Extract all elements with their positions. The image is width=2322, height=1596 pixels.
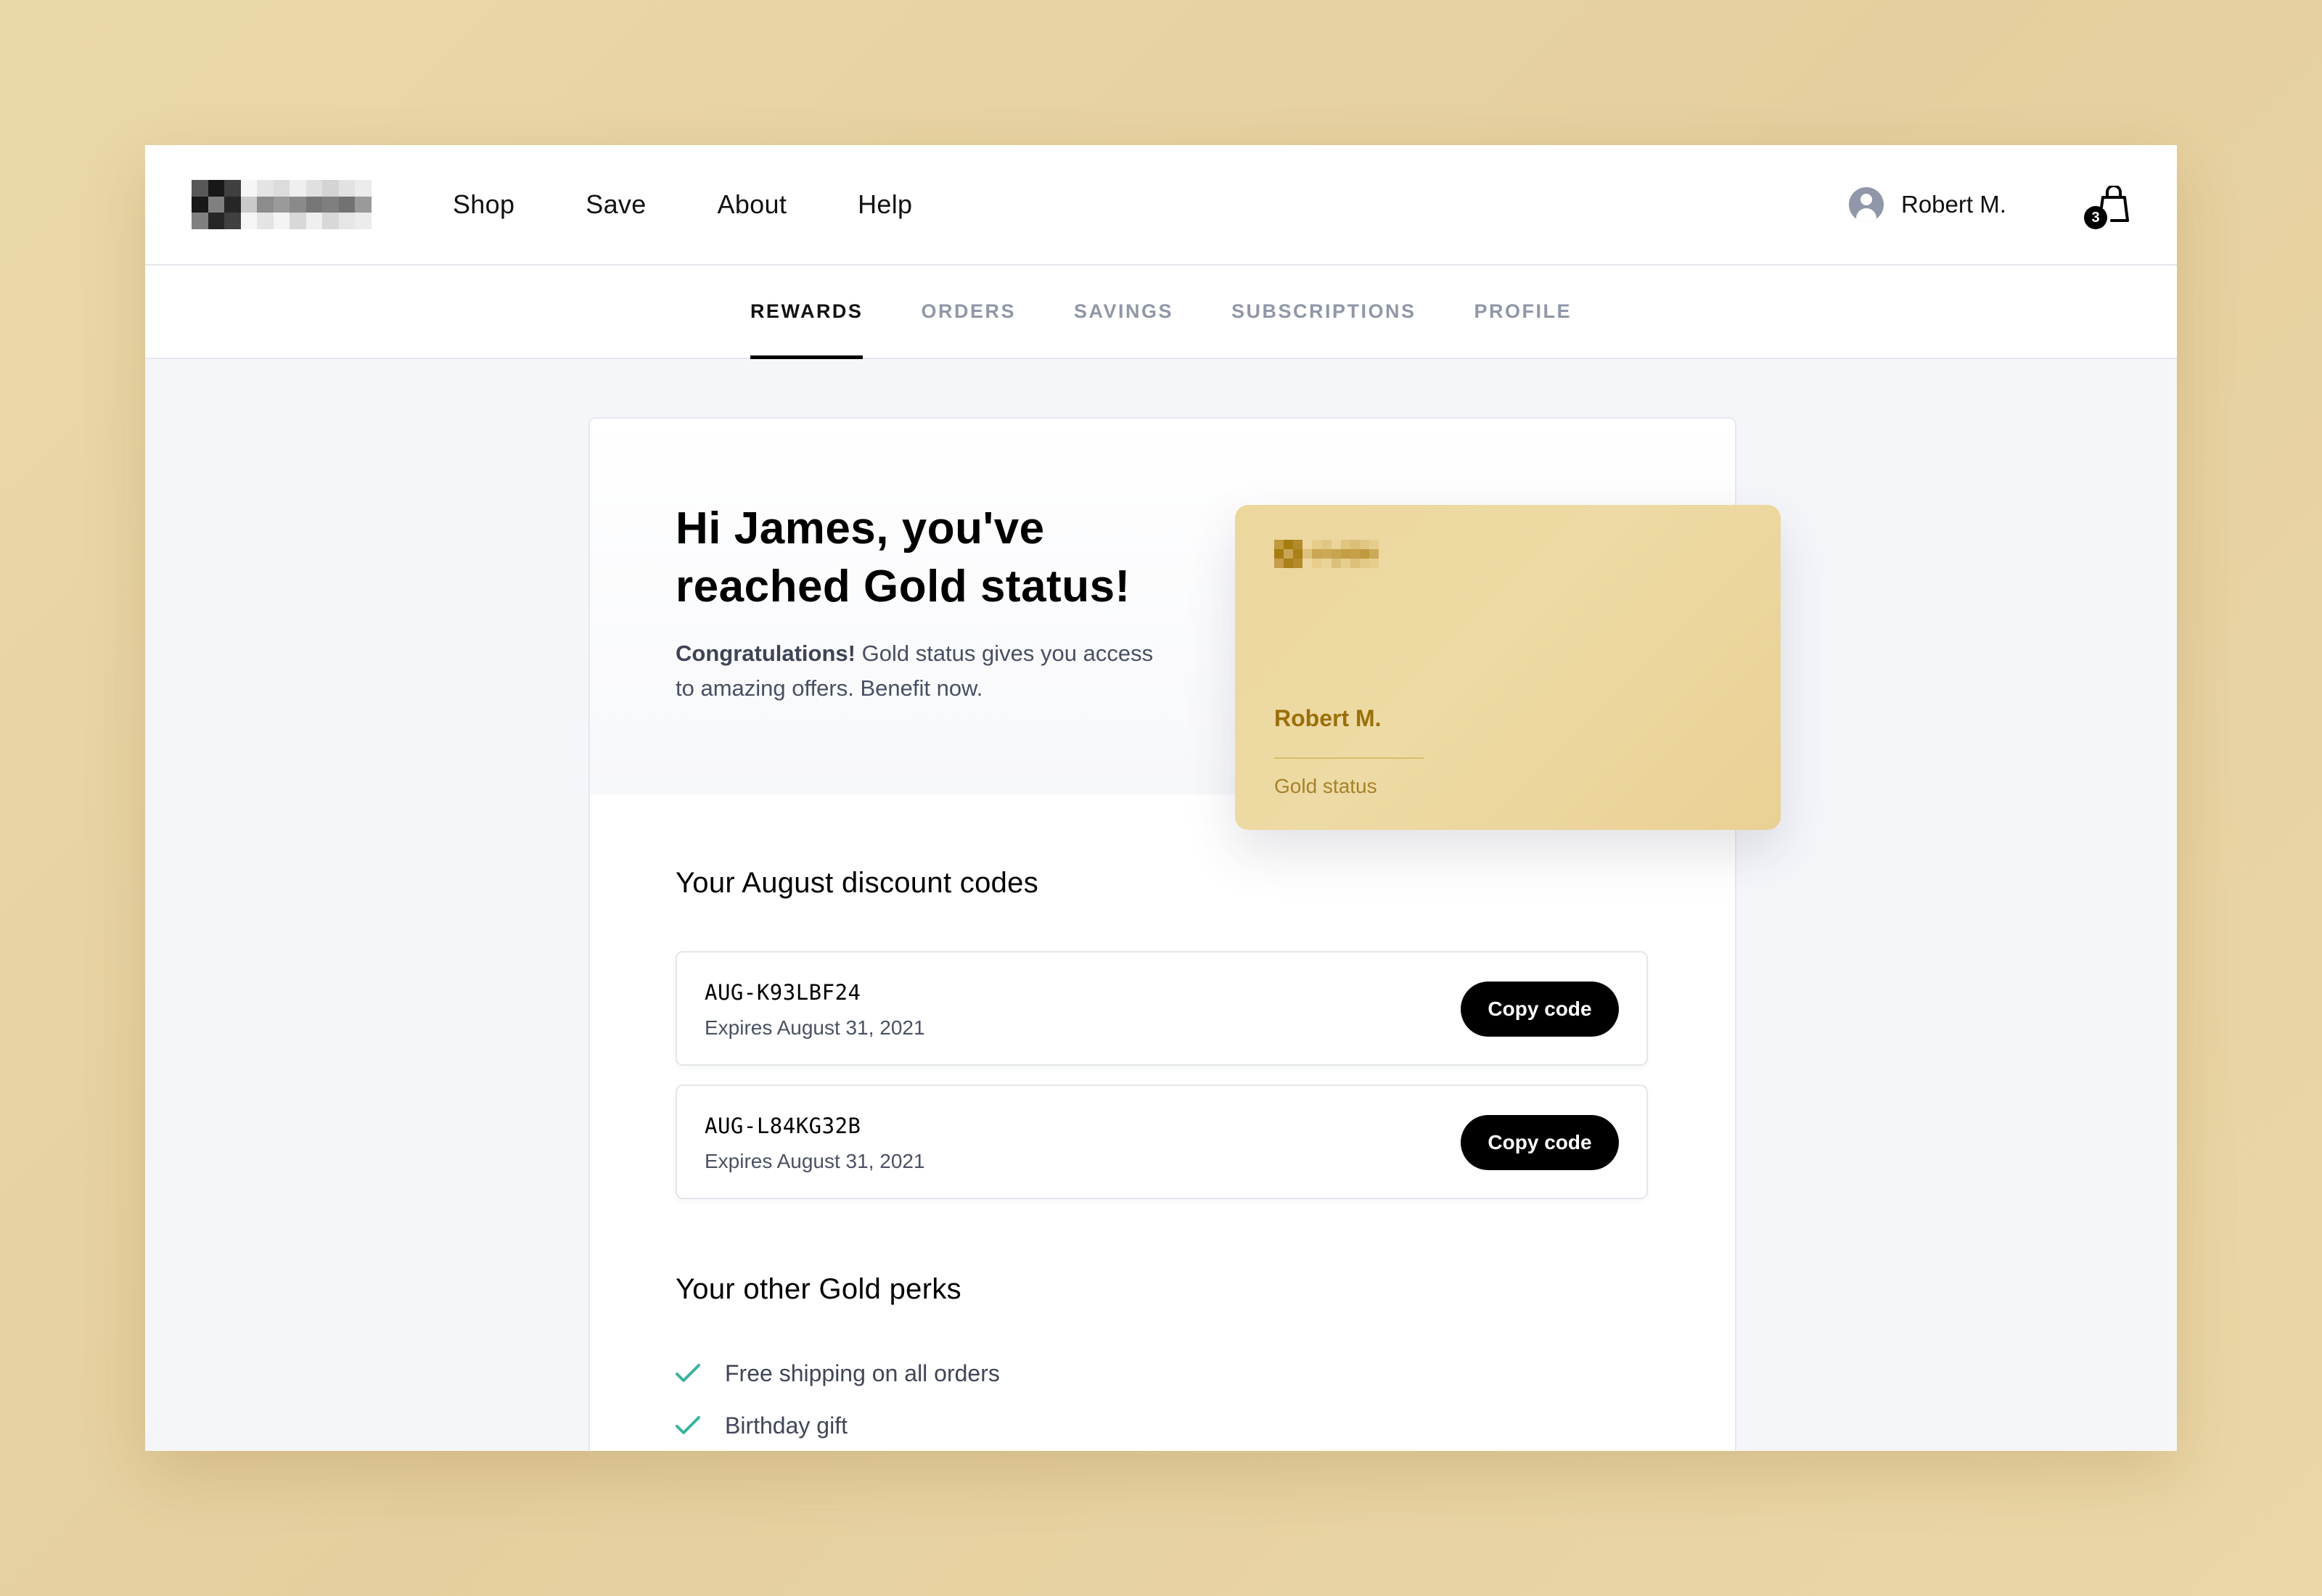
discount-code: AUG-K93LBF24 — [705, 980, 861, 1005]
perk-item: Free shipping on all orders — [676, 1359, 1000, 1388]
check-icon — [676, 1416, 700, 1434]
browser-window: Shop Save About Help Robert M. 3 REWARDS… — [145, 145, 2177, 1451]
cart-button[interactable]: 3 — [2083, 184, 2135, 229]
nav-about[interactable]: About — [718, 189, 787, 220]
tab-orders[interactable]: ORDERS — [921, 266, 1016, 358]
perk-label: Birthday gift — [725, 1412, 848, 1439]
user-name: Robert M. — [1901, 191, 2006, 218]
code-expiry: Expires August 31, 2021 — [705, 1016, 925, 1039]
copy-code-button[interactable]: Copy code — [1461, 1115, 1619, 1170]
account-tabs: REWARDS ORDERS SAVINGS SUBSCRIPTIONS PRO… — [145, 266, 2177, 359]
gold-membership-card: Robert M. Gold status — [1235, 505, 1781, 830]
brand-logo[interactable] — [192, 180, 372, 229]
tab-subscriptions[interactable]: SUBSCRIPTIONS — [1231, 266, 1416, 358]
intro-bold: Congratulations! — [676, 641, 856, 666]
perk-label: Free shipping on all orders — [725, 1360, 1000, 1386]
gold-card-logo — [1274, 540, 1379, 568]
code-expiry: Expires August 31, 2021 — [705, 1150, 925, 1172]
perks-title: Your other Gold perks — [676, 1273, 961, 1305]
nav-save[interactable]: Save — [586, 189, 646, 220]
nav-shop[interactable]: Shop — [453, 189, 514, 220]
discount-codes-title: Your August discount codes — [676, 867, 1039, 899]
user-menu[interactable]: Robert M. — [1849, 187, 2006, 222]
perk-item: Birthday gift — [676, 1411, 848, 1440]
tab-profile[interactable]: PROFILE — [1474, 266, 1572, 358]
copy-code-button[interactable]: Copy code — [1461, 982, 1619, 1037]
gold-card-status: Gold status — [1274, 775, 1377, 797]
cart-count-badge: 3 — [2084, 206, 2107, 229]
discount-code: AUG-L84KG32B — [705, 1114, 861, 1138]
avatar-icon — [1849, 187, 1884, 222]
page-title: Hi James, you've reached Gold status! — [676, 503, 1131, 612]
gold-card-divider — [1274, 757, 1424, 759]
gold-card-name: Robert M. — [1274, 705, 1382, 731]
tab-rewards[interactable]: REWARDS — [750, 266, 863, 359]
check-icon — [676, 1364, 700, 1382]
hero-intro: Congratulations! Gold status gives you a… — [676, 636, 1169, 706]
top-header: Shop Save About Help Robert M. 3 — [145, 145, 2177, 266]
main-nav: Shop Save About Help — [453, 145, 983, 264]
nav-help[interactable]: Help — [858, 189, 912, 220]
discount-code-item: AUG-K93LBF24 Expires August 31, 2021 Cop… — [676, 951, 1648, 1066]
tab-savings[interactable]: SAVINGS — [1074, 266, 1173, 358]
discount-code-item: AUG-L84KG32B Expires August 31, 2021 Cop… — [676, 1085, 1648, 1199]
